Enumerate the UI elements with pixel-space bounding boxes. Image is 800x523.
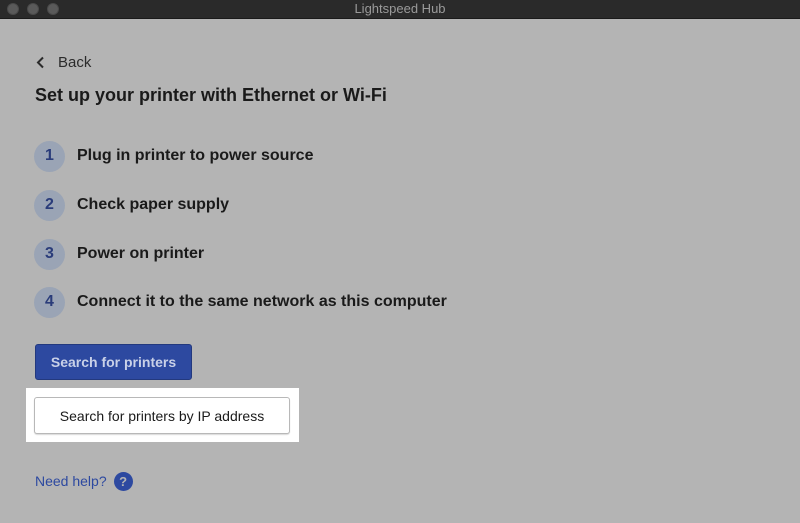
search-printers-button[interactable]: Search for printers: [35, 344, 192, 380]
title-bar: Lightspeed Hub: [0, 0, 800, 19]
step-number-badge: 4: [34, 286, 65, 318]
step-item: 1 Plug in printer to power source: [34, 140, 313, 172]
chevron-left-icon: [36, 56, 44, 68]
step-number-badge: 2: [34, 189, 65, 221]
need-help-label: Need help?: [35, 473, 107, 489]
step-item: 4 Connect it to the same network as this…: [34, 286, 447, 318]
window-title: Lightspeed Hub: [354, 1, 446, 16]
step-number-badge: 3: [34, 238, 65, 270]
question-mark-icon[interactable]: ?: [113, 471, 133, 491]
search-by-ip-button[interactable]: Search for printers by IP address: [34, 397, 290, 434]
app-window: Lightspeed Hub Back Set up your printer …: [0, 0, 800, 523]
page-title: Set up your printer with Ethernet or Wi-…: [35, 85, 387, 105]
step-label: Power on printer: [77, 245, 205, 262]
step-label: Check paper supply: [77, 196, 230, 213]
step-item: 2 Check paper supply: [34, 189, 229, 221]
need-help-link[interactable]: Need help? ?: [35, 471, 133, 491]
step-label: Plug in printer to power source: [77, 147, 314, 164]
step-number-badge: 1: [34, 140, 65, 172]
step-item: 3 Power on printer: [34, 238, 204, 270]
back-label: Back: [58, 53, 92, 71]
step-label: Connect it to the same network as this c…: [77, 293, 447, 310]
back-button[interactable]: Back: [36, 51, 91, 73]
